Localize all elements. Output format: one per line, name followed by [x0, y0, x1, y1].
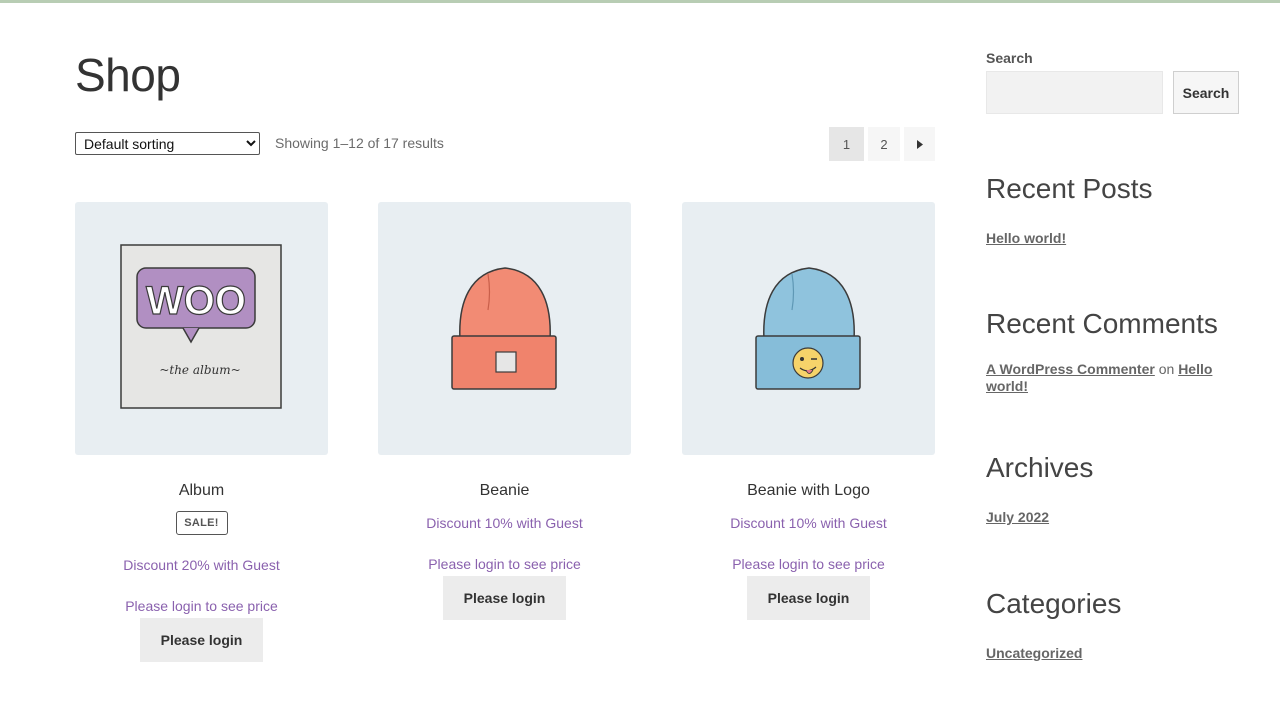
album-cover-illustration: WOO ~the album~	[120, 244, 282, 409]
search-label: Search	[986, 50, 1033, 66]
category-link[interactable]: Uncategorized	[986, 645, 1082, 661]
please-login-button[interactable]: Please login	[747, 576, 870, 620]
recent-posts-title: Recent Posts	[986, 173, 1153, 204]
orange-beanie-illustration	[451, 267, 557, 390]
please-login-button[interactable]: Please login	[140, 618, 263, 662]
triangle-right-icon	[916, 139, 923, 149]
login-to-see-price-text: Please login to see price	[125, 598, 278, 614]
svg-text:~the album~: ~the album~	[159, 363, 240, 377]
search-button[interactable]: Search	[1173, 71, 1239, 114]
product-card-beanie-with-logo: Beanie with Logo Discount 10% with Guest…	[682, 202, 935, 620]
svg-text:WOO: WOO	[146, 279, 246, 323]
blue-beanie-illustration	[755, 267, 861, 390]
login-to-see-price-text: Please login to see price	[428, 556, 581, 572]
please-login-button[interactable]: Please login	[443, 576, 566, 620]
product-image-album[interactable]: WOO ~the album~	[75, 202, 328, 455]
page-title: Shop	[75, 49, 181, 101]
recent-comment-item: A WordPress Commenter on Hello world!	[986, 361, 1226, 395]
discount-text: Discount 20% with Guest	[123, 557, 280, 573]
pagination-current-page: 1	[829, 127, 864, 161]
archives-title: Archives	[986, 452, 1094, 483]
result-count: Showing 1–12 of 17 results	[275, 135, 444, 151]
product-card-album: WOO ~the album~ Album SALE! Discount 20%…	[75, 202, 328, 662]
product-title[interactable]: Album	[75, 482, 328, 500]
recent-comments-title: Recent Comments	[986, 308, 1218, 339]
discount-text: Discount 10% with Guest	[426, 515, 583, 531]
recent-post-link[interactable]: Hello world!	[986, 230, 1066, 246]
pagination-next-button[interactable]	[904, 127, 935, 161]
search-input[interactable]	[986, 71, 1163, 114]
product-title[interactable]: Beanie	[378, 482, 631, 500]
product-card-beanie: Beanie Discount 10% with Guest Please lo…	[378, 202, 631, 620]
comment-connector: on	[1158, 361, 1175, 377]
login-to-see-price-text: Please login to see price	[732, 556, 885, 572]
product-image-beanie[interactable]	[378, 202, 631, 455]
sale-badge: SALE!	[175, 511, 228, 535]
categories-title: Categories	[986, 588, 1122, 619]
discount-text: Discount 10% with Guest	[730, 515, 887, 531]
top-border	[0, 0, 1280, 3]
product-title[interactable]: Beanie with Logo	[682, 482, 935, 500]
comment-author-link[interactable]: A WordPress Commenter	[986, 361, 1155, 377]
archive-link[interactable]: July 2022	[986, 509, 1049, 525]
sorting-select[interactable]: Default sorting	[75, 132, 260, 155]
product-image-beanie-with-logo[interactable]	[682, 202, 935, 455]
pagination-page-2[interactable]: 2	[868, 127, 900, 161]
